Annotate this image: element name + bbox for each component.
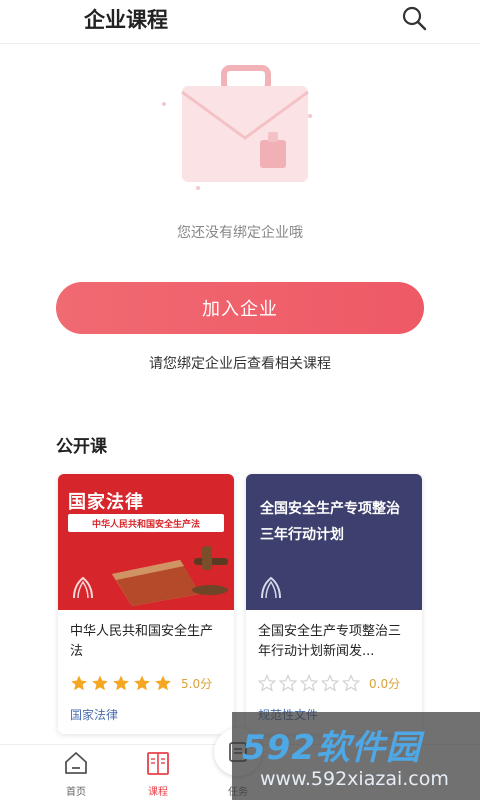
book-icon xyxy=(147,752,169,775)
course-name: 中华人民共和国安全生产法 xyxy=(70,624,214,659)
course-category-tag[interactable]: 国家法律 xyxy=(70,706,118,723)
star-empty-icon xyxy=(279,674,297,692)
star-rating: 0.0分 xyxy=(258,674,400,692)
star-filled-icon xyxy=(92,675,108,691)
empty-message: 您还没有绑定企业哦 xyxy=(177,225,303,241)
search-icon[interactable] xyxy=(400,4,428,32)
thumbnail-title: 国家法律 xyxy=(68,492,144,513)
star-filled-icon xyxy=(71,675,87,691)
course-card[interactable]: 国家法律 中华人民共和国安全生产法 中华人民共和国安全生产法 5.0分 国家法律 xyxy=(58,474,234,734)
app-header: 企业课程 xyxy=(0,0,480,44)
briefcase-icon xyxy=(162,65,312,190)
rating-score: 0.0分 xyxy=(369,676,401,691)
public-courses-title: 公开课 xyxy=(56,437,107,457)
course-thumbnail: 全国安全生产专项整治 三年行动计划 xyxy=(246,474,422,610)
watermark-url: www.592xiazai.com xyxy=(260,768,449,790)
tab-label: 课程 xyxy=(148,787,168,798)
page-title: 企业课程 xyxy=(84,8,168,32)
publisher-logo xyxy=(261,576,281,599)
rating-score: 5.0分 xyxy=(181,676,213,691)
tab-home[interactable]: 首页 xyxy=(46,749,106,799)
thumbnail-title: 全国安全生产专项整治 xyxy=(260,501,400,517)
star-rating: 5.0分 xyxy=(70,674,212,692)
star-empty-icon xyxy=(300,674,318,692)
publisher-logo xyxy=(73,576,93,599)
tab-label: 首页 xyxy=(66,787,86,798)
join-company-button[interactable]: 加入企业 xyxy=(56,282,424,334)
course-thumbnail: 国家法律 中华人民共和国安全生产法 xyxy=(58,474,234,610)
course-name: 全国安全生产专项整治三年行动计划新闻发... xyxy=(258,624,402,659)
course-card[interactable]: 全国安全生产专项整治 三年行动计划 全国安全生产专项整治三年行动计划新闻发...… xyxy=(246,474,422,734)
star-filled-icon xyxy=(113,675,129,691)
star-filled-icon xyxy=(155,675,171,691)
home-icon xyxy=(65,752,87,774)
law-book-gavel-illustration xyxy=(112,546,228,606)
thumbnail-subtitle: 中华人民共和国安全生产法 xyxy=(68,514,224,532)
star-empty-icon xyxy=(321,674,339,692)
watermark-logo-text: 592软件园 xyxy=(242,728,421,768)
star-empty-icon xyxy=(258,674,276,692)
thumbnail-subtitle: 三年行动计划 xyxy=(260,527,344,543)
bind-hint-text: 请您绑定企业后查看相关课程 xyxy=(149,356,331,372)
site-watermark: 592软件园 www.592xiazai.com xyxy=(232,712,480,800)
star-filled-icon xyxy=(134,675,150,691)
star-empty-icon xyxy=(342,674,360,692)
tab-courses[interactable]: 课程 xyxy=(128,749,188,799)
